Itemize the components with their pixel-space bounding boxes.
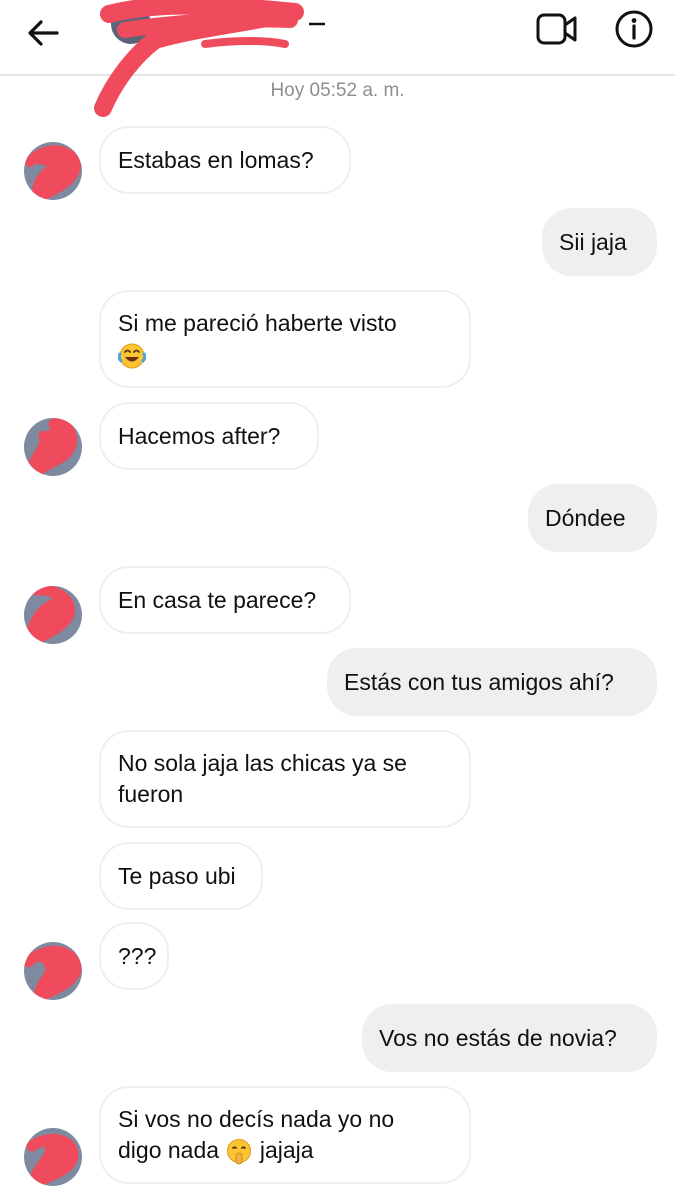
video-call-icon xyxy=(536,13,577,45)
message-text: En casa te parece? xyxy=(118,586,317,613)
message-text: Hacemos after? xyxy=(118,422,281,449)
sender-avatar[interactable] xyxy=(24,586,82,644)
redaction-scribble xyxy=(24,945,82,1000)
message-text: Si vos no decís nada yo no xyxy=(118,1106,395,1132)
message-text: Te paso ubi xyxy=(118,862,236,889)
message-text: Dóndee xyxy=(545,504,626,531)
sender-avatar[interactable] xyxy=(24,1128,82,1186)
message-text: Vos no estás de novia? xyxy=(379,1024,617,1051)
redaction-scribble xyxy=(24,418,77,476)
info-button[interactable] xyxy=(611,8,657,50)
info-icon xyxy=(615,10,653,48)
message-bubble-outgoing[interactable]: Dóndee xyxy=(528,484,657,552)
back-button[interactable] xyxy=(18,12,68,54)
message-text: digo nada xyxy=(118,1137,220,1163)
face-with-tears-of-joy-icon xyxy=(118,339,452,370)
redaction-scribble xyxy=(26,1133,79,1186)
message-text: Estabas en lomas? xyxy=(118,146,314,173)
message-bubble-incoming[interactable]: No sola jaja las chicas ya se fueron xyxy=(99,730,471,828)
message-text: Si me pareció haberte visto xyxy=(118,310,397,336)
message-text: Estás con tus amigos ahí? xyxy=(344,668,614,695)
redaction-scribble xyxy=(26,586,75,644)
redaction-scribble xyxy=(25,145,82,200)
video-call-button[interactable] xyxy=(530,8,584,50)
message-text: fueron xyxy=(118,781,184,807)
message-bubble-outgoing[interactable]: Estás con tus amigos ahí? xyxy=(327,648,657,716)
message-bubble-incoming[interactable]: Estabas en lomas? xyxy=(99,126,351,194)
message-text: ??? xyxy=(118,942,157,969)
message-bubble-outgoing[interactable]: Sii jaja xyxy=(542,208,657,276)
arrow-left-icon xyxy=(28,20,59,46)
message-bubble-outgoing[interactable]: Vos no estás de novia? xyxy=(362,1004,657,1072)
conversation-timestamp: Hoy 05:52 a. m. xyxy=(270,80,405,101)
chat-header xyxy=(0,0,675,117)
shushing-face-icon xyxy=(225,1137,259,1165)
message-bubble-incoming[interactable]: ??? xyxy=(99,922,169,990)
message-text: jajaja xyxy=(259,1137,314,1163)
message-bubble-incoming[interactable]: En casa te parece? xyxy=(99,566,351,634)
message-bubble-incoming[interactable]: Si vos no decís nada yo no digo nada jaj… xyxy=(99,1086,471,1184)
message-line: digo nada jajaja xyxy=(118,1135,452,1166)
message-text: Sii jaja xyxy=(559,228,627,255)
sender-avatar[interactable] xyxy=(24,942,82,1000)
message-bubble-incoming[interactable]: Hacemos after? xyxy=(99,402,319,470)
message-text: No sola jaja las chicas ya se xyxy=(118,750,407,776)
sender-avatar[interactable] xyxy=(24,142,82,200)
message-bubble-incoming[interactable]: Te paso ubi xyxy=(99,842,263,910)
message-bubble-incoming[interactable]: Si me pareció haberte visto xyxy=(99,290,471,388)
sender-avatar[interactable] xyxy=(24,418,82,476)
